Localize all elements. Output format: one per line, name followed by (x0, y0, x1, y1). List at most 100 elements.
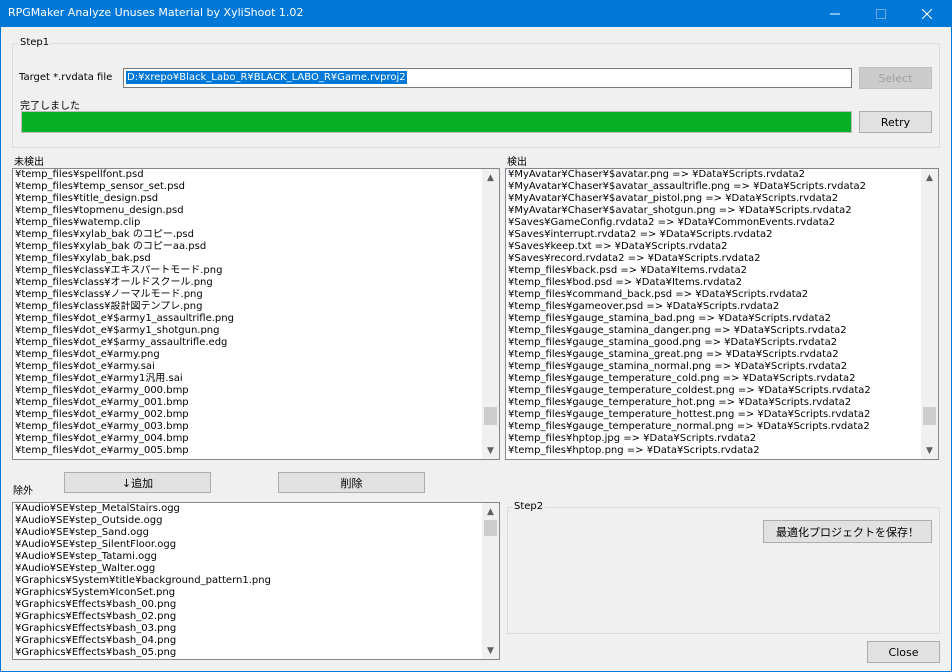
select-button[interactable]: Select (859, 67, 932, 89)
list-item[interactable]: ¥Audio¥SE¥step_Outside.ogg (15, 515, 481, 527)
target-file-input[interactable]: D:¥xrepo¥Black_Labo_R¥BLACK_LABO_R¥Game.… (123, 68, 852, 88)
scroll-up-icon[interactable]: ▲ (482, 503, 499, 520)
detected-items: ¥MyAvatar¥Chaser¥$avatar.png => ¥Data¥Sc… (508, 169, 920, 459)
list-item[interactable]: ¥temp_files¥dot_e¥army_002.bmp (15, 409, 481, 421)
list-item[interactable]: ¥temp_files¥dot_e¥army1汎用.sai (15, 373, 481, 385)
list-item[interactable]: ¥Graphics¥System¥IconSet.png (15, 587, 481, 599)
list-item[interactable]: ¥temp_files¥gauge_temperature_cold.png =… (508, 373, 920, 385)
list-item[interactable]: ¥temp_files¥back.psd => ¥Data¥Items.rvda… (508, 265, 920, 277)
list-item[interactable]: ¥Saves¥interrupt.rvdata2 => ¥Data¥Script… (508, 229, 920, 241)
list-item[interactable]: ¥Graphics¥Effects¥bash_04.png (15, 635, 481, 647)
progress-bar (21, 111, 852, 133)
list-item[interactable]: ¥Audio¥SE¥step_Tatami.ogg (15, 551, 481, 563)
list-item[interactable]: ¥temp_files¥gauge_stamina_danger.png => … (508, 325, 920, 337)
step1-legend: Step1 (18, 37, 52, 48)
list-item[interactable]: ¥temp_files¥hptop.jpg => ¥Data¥Scripts.r… (508, 433, 920, 445)
list-item[interactable]: ¥temp_files¥command_back.psd => ¥Data¥Sc… (508, 289, 920, 301)
list-item[interactable]: ¥temp_files¥dot_e¥army_005.bmp (15, 445, 481, 457)
minimize-icon (830, 13, 840, 14)
list-item[interactable]: ¥Saves¥GameConfig.rvdata2 => ¥Data¥Commo… (508, 217, 920, 229)
save-optimized-project-button[interactable]: 最適化プロジェクトを保存！ (763, 520, 932, 543)
title-bar: RPGMaker Analyze Unuses Material by Xyli… (0, 0, 952, 27)
scroll-thumb[interactable] (484, 407, 497, 425)
select-button-label: Select (878, 71, 913, 85)
step2-legend: Step2 (512, 501, 546, 512)
exclude-scrollbar[interactable]: ▲ ▼ (482, 503, 499, 659)
list-item[interactable]: ¥Saves¥record.rvdata2 => ¥Data¥Scripts.r… (508, 253, 920, 265)
scroll-up-icon[interactable]: ▲ (482, 169, 499, 186)
scroll-up-icon[interactable]: ▲ (921, 169, 938, 186)
list-item[interactable]: ¥MyAvatar¥Chaser¥$avatar.png => ¥Data¥Sc… (508, 169, 920, 181)
scroll-thumb[interactable] (484, 520, 497, 536)
scroll-thumb[interactable] (923, 407, 936, 425)
list-item[interactable]: ¥Graphics¥Effects¥bash_05.png (15, 647, 481, 659)
list-item[interactable]: ¥MyAvatar¥Chaser¥$avatar_pistol.png => ¥… (508, 193, 920, 205)
close-icon (922, 8, 932, 19)
list-item[interactable]: ¥temp_files¥gauge_temperature_hottest.pn… (508, 409, 920, 421)
unused-items: ¥temp_files¥spellfont.psd ¥temp_files¥tem… (15, 169, 481, 459)
scroll-down-icon[interactable]: ▼ (482, 442, 499, 459)
list-item[interactable]: ¥temp_files¥topmenu_design.psd (15, 205, 481, 217)
list-item[interactable]: ¥temp_files¥class¥設計図テンプレ.png (15, 301, 481, 313)
list-item[interactable]: ¥temp_files¥dot_e¥army_004.bmp (15, 433, 481, 445)
scroll-down-icon[interactable]: ▼ (482, 642, 499, 659)
unused-listbox[interactable]: ¥temp_files¥spellfont.psd ¥temp_files¥tem… (12, 168, 500, 460)
list-item[interactable]: ¥temp_files¥class¥オールドスクール.png (15, 277, 481, 289)
list-item[interactable]: ¥temp_files¥dot_e¥army_001.bmp (15, 397, 481, 409)
list-item[interactable]: ¥temp_files¥dot_e¥army.sai (15, 361, 481, 373)
list-item[interactable]: ¥temp_files¥gauge_temperature_hot.png =>… (508, 397, 920, 409)
window-close-button[interactable] (904, 0, 950, 27)
list-item[interactable]: ¥temp_files¥dot_e¥$army1_assaultrifle.pn… (15, 313, 481, 325)
list-item[interactable]: ¥Audio¥SE¥step_SilentFloor.ogg (15, 539, 481, 551)
list-item[interactable]: ¥temp_files¥watemp.clip (15, 217, 481, 229)
list-item[interactable]: ¥temp_files¥dot_e¥$army1_shotgun.png (15, 325, 481, 337)
list-item[interactable]: ¥temp_files¥xylab_bak のコピーaa.psd (15, 241, 481, 253)
detected-label: 検出 (507, 157, 527, 168)
list-item[interactable]: ¥temp_files¥xylab_bak.psd (15, 253, 481, 265)
list-item[interactable]: ¥temp_files¥hptop.png => ¥Data¥Scripts.r… (508, 445, 920, 457)
list-item[interactable]: ¥Graphics¥Effects¥bash_00.png (15, 599, 481, 611)
add-exclude-button[interactable]: ↓追加 (64, 472, 211, 493)
list-item[interactable]: ¥MyAvatar¥Chaser¥$avatar_shotgun.png => … (508, 205, 920, 217)
list-item[interactable]: ¥temp_files¥gauge_temperature_normal.png… (508, 421, 920, 433)
list-item[interactable]: ¥temp_files¥gameover.psd => ¥Data¥Script… (508, 301, 920, 313)
list-item[interactable]: ¥temp_files¥dot_e¥$army_assaultrifle.edg (15, 337, 481, 349)
list-item[interactable]: ¥temp_files¥xylab_bak のコピー.psd (15, 229, 481, 241)
list-item[interactable]: ¥temp_files¥title_design.psd (15, 193, 481, 205)
list-item[interactable]: ¥temp_files¥dot_e¥army_000.bmp (15, 385, 481, 397)
list-item[interactable]: ¥Graphics¥System¥title¥background_patter… (15, 575, 481, 587)
list-item[interactable]: ¥temp_files¥gauge_stamina_great.png => ¥… (508, 349, 920, 361)
exclude-listbox[interactable]: ¥Audio¥SE¥step_MetalStairs.ogg ¥Audio¥SE¥… (12, 502, 500, 660)
unused-scrollbar[interactable]: ▲ ▼ (482, 169, 499, 459)
list-item[interactable]: ¥temp_files¥bod.psd => ¥Data¥Items.rvdat… (508, 277, 920, 289)
list-item[interactable]: ¥temp_files¥temp_sensor_set.psd (15, 181, 481, 193)
list-item[interactable]: ¥temp_files¥dot_e¥army_003.bmp (15, 421, 481, 433)
list-item[interactable]: ¥temp_files¥class¥エキスパートモード.png (15, 265, 481, 277)
list-item[interactable]: ¥Audio¥SE¥step_Sand.ogg (15, 527, 481, 539)
list-item[interactable]: ¥Graphics¥Effects¥bash_03.png (15, 623, 481, 635)
delete-exclude-button[interactable]: 削除 (278, 472, 425, 493)
detected-listbox[interactable]: ¥MyAvatar¥Chaser¥$avatar.png => ¥Data¥Sc… (505, 168, 939, 460)
scroll-down-icon[interactable]: ▼ (921, 442, 938, 459)
list-item[interactable]: ¥temp_files¥class¥ノーマルモード.png (15, 289, 481, 301)
retry-button[interactable]: Retry (859, 111, 932, 133)
list-item[interactable]: ¥temp_files¥gauge_stamina_bad.png => ¥Da… (508, 313, 920, 325)
list-item[interactable]: ¥temp_files¥gauge_temperature_coldest.pn… (508, 385, 920, 397)
list-item[interactable]: ¥Audio¥SE¥step_Walter.ogg (15, 563, 481, 575)
list-item[interactable]: ¥temp_files¥gauge_stamina_good.png => ¥D… (508, 337, 920, 349)
close-button-label: Close (888, 645, 919, 659)
list-item[interactable]: ¥temp_files¥spellfont.psd (15, 169, 481, 181)
list-item[interactable]: ¥temp_files¥dot_e¥army.png (15, 349, 481, 361)
list-item[interactable]: ¥temp_files¥gauge_stamina_normal.png => … (508, 361, 920, 373)
window-title: RPGMaker Analyze Unuses Material by Xyli… (8, 6, 304, 19)
list-item[interactable]: ¥MyAvatar¥Chaser¥$avatar_assaultrifle.pn… (508, 181, 920, 193)
detected-scrollbar[interactable]: ▲ ▼ (921, 169, 938, 459)
target-file-label: Target *.rvdata file (19, 72, 113, 83)
list-item[interactable]: ¥Audio¥SE¥step_MetalStairs.ogg (15, 503, 481, 515)
list-item[interactable]: ¥Graphics¥Effects¥bash_02.png (15, 611, 481, 623)
status-text: 完了しました (20, 101, 80, 112)
minimize-button[interactable] (812, 0, 858, 27)
list-item[interactable]: ¥Saves¥keep.txt => ¥Data¥Scripts.rvdata2 (508, 241, 920, 253)
progress-fill (22, 112, 851, 132)
close-button[interactable]: Close (867, 641, 940, 663)
